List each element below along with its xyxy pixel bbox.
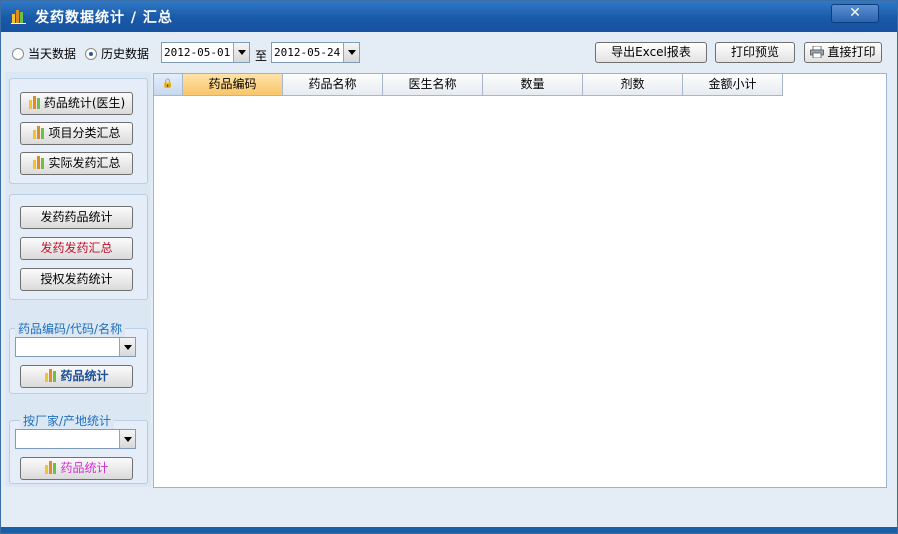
title-bar: 发药数据统计 / 汇总 ✕ [1,1,897,32]
direct-print-button[interactable]: 直接打印 [804,42,882,63]
bar-chart-icon [33,156,45,169]
date-from-value: 2012-05-01 [164,46,231,59]
report-group: 药品统计(医生) 项目分类汇总 实际发药汇总 [9,78,148,184]
item-category-summary-button[interactable]: 项目分类汇总 [20,122,133,145]
bar-chart-icon [28,96,40,109]
chevron-down-icon [238,50,246,55]
drug-code-group: 药品编码/代码/名称 药品统计 [9,320,148,394]
drug-stats-by-manufacturer-button[interactable]: 药品统计 [20,457,133,480]
dispense-drug-stats-button[interactable]: 发药药品统计 [20,206,133,229]
dropdown-button[interactable] [233,43,249,62]
column-header-doses[interactable]: 剂数 [583,74,683,96]
drug-stats-by-code-label: 药品统计 [60,369,109,383]
column-header-drug-code[interactable]: 药品编码 [183,74,283,96]
drug-stats-by-manufacturer-label: 药品统计 [60,461,109,475]
dropdown-button[interactable] [343,43,359,62]
radio-circle-icon [12,47,24,60]
authorized-dispense-stats-button[interactable]: 授权发药统计 [20,268,133,291]
data-grid[interactable]: 🔒 药品编码 药品名称 医生名称 数量 剂数 金额小计 [153,73,887,488]
dropdown-button[interactable] [119,430,135,448]
drug-stats-doctor-label: 药品统计(医生) [43,96,126,110]
dropdown-button[interactable] [119,338,135,356]
radio-checked-icon [85,47,97,60]
bar-chart-icon [45,369,57,382]
status-bar [1,527,897,533]
dispense-group: 发药药品统计 发药发药汇总 授权发药统计 [9,194,148,300]
item-category-summary-label: 项目分类汇总 [48,126,121,140]
radio-history-label: 历史数据 [101,47,150,61]
drug-stats-by-code-button[interactable]: 药品统计 [20,365,133,388]
manufacturer-legend: 按厂家/产地统计 [20,412,115,429]
app-window: 发药数据统计 / 汇总 ✕ 当天数据 历史数据 2012-05-01 至 201… [0,0,898,534]
drug-code-combo[interactable] [15,337,136,357]
manufacturer-group: 按厂家/产地统计 药品统计 [9,412,148,484]
window-title: 发药数据统计 / 汇总 [35,10,173,26]
radio-today[interactable]: 当天数据 [12,45,76,62]
printer-icon [810,46,825,58]
direct-print-label: 直接打印 [827,45,876,59]
date-to-picker[interactable]: 2012-05-24 [271,42,360,63]
actual-dispense-summary-button[interactable]: 实际发药汇总 [20,152,133,175]
radio-today-label: 当天数据 [28,47,77,61]
chevron-down-icon [124,437,132,442]
lock-icon[interactable]: 🔒 [154,74,183,96]
actual-dispense-summary-label: 实际发药汇总 [48,156,121,170]
date-range-separator: 至 [255,49,268,63]
chevron-down-icon [124,345,132,350]
print-preview-button[interactable]: 打印预览 [715,42,795,63]
close-button[interactable]: ✕ [831,4,879,23]
radio-history[interactable]: 历史数据 [85,45,149,62]
export-excel-button[interactable]: 导出Excel报表 [595,42,707,63]
bar-chart-icon [11,10,26,24]
column-header-amount-subtotal[interactable]: 金额小计 [683,74,783,96]
bar-chart-icon [45,461,57,474]
toolbar: 当天数据 历史数据 2012-05-01 至 2012-05-24 导出Exce… [1,32,897,72]
column-header-doctor-name[interactable]: 医生名称 [383,74,483,96]
date-from-picker[interactable]: 2012-05-01 [161,42,250,63]
manufacturer-combo[interactable] [15,429,136,449]
drug-code-legend: 药品编码/代码/名称 [15,320,126,337]
column-header-quantity[interactable]: 数量 [483,74,583,96]
date-to-value: 2012-05-24 [274,46,341,59]
chevron-down-icon [348,50,356,55]
dispense-summary-button[interactable]: 发药发药汇总 [20,237,133,260]
left-panel: 药品统计(医生) 项目分类汇总 实际发药汇总 发药药品统计 发药发药汇总 授权发… [5,72,151,487]
bar-chart-icon [33,126,45,139]
drug-stats-doctor-button[interactable]: 药品统计(医生) [20,92,133,115]
column-header-drug-name[interactable]: 药品名称 [283,74,383,96]
